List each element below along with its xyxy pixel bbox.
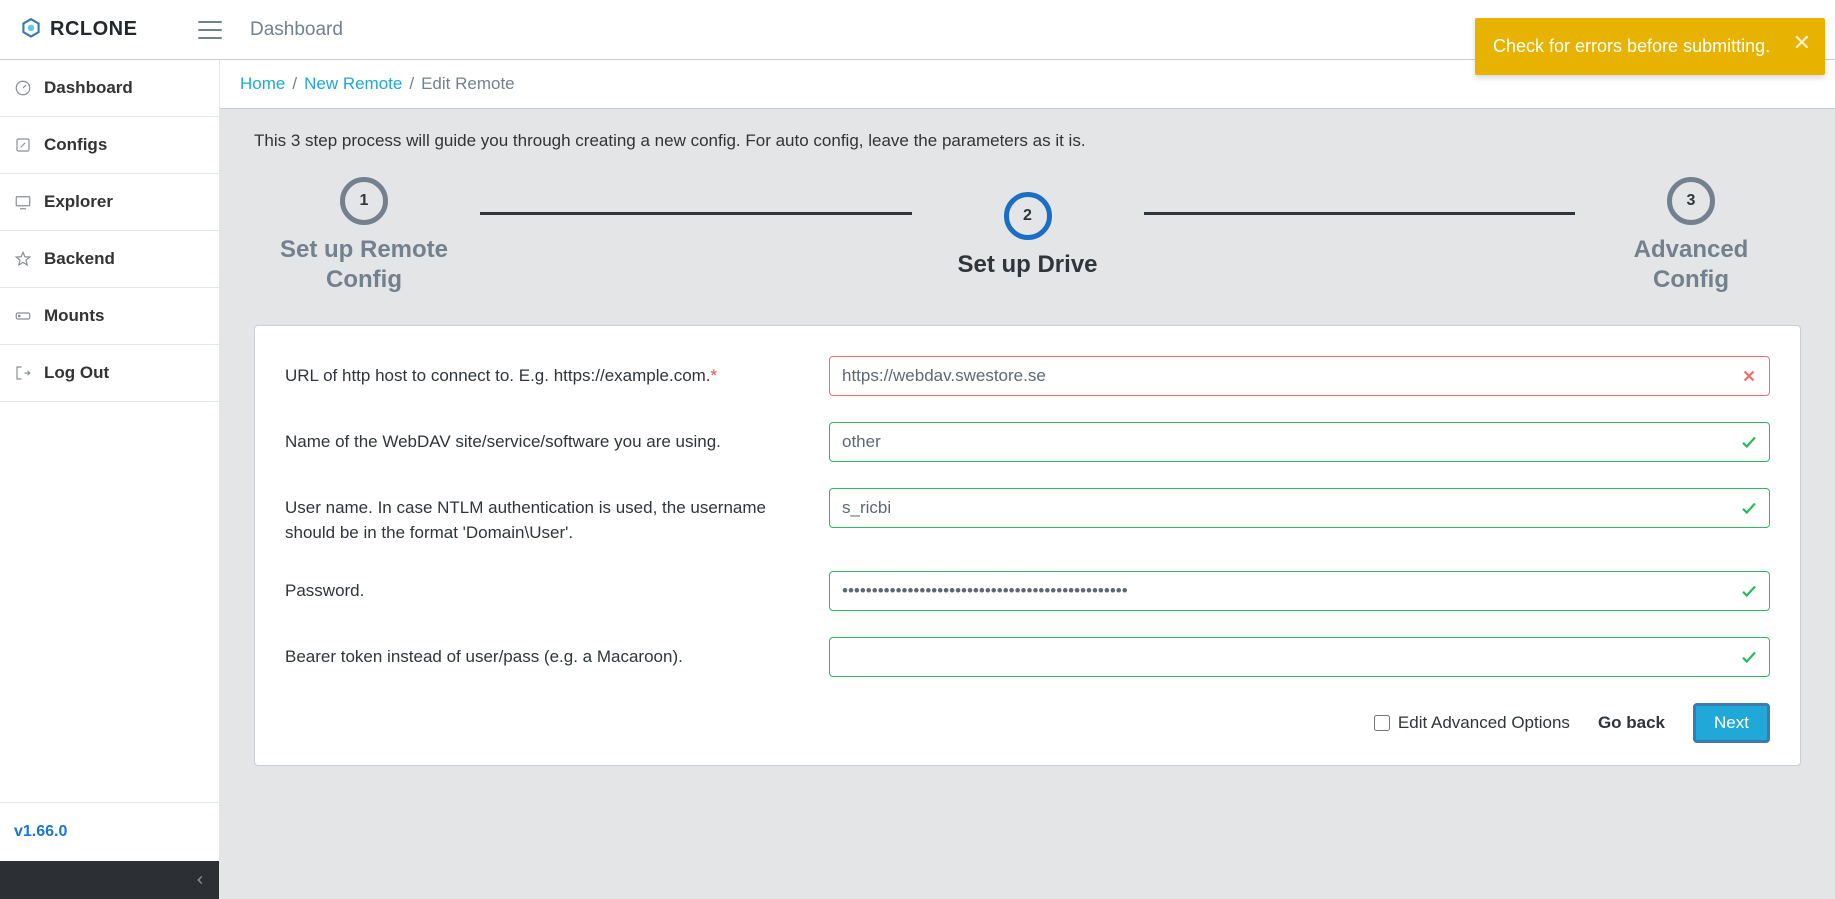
drive-icon [14, 307, 32, 325]
form-row: Password. [285, 571, 1770, 611]
sidebar-item-label: Mounts [44, 306, 104, 326]
breadcrumb-current: Edit Remote [421, 74, 515, 93]
sidebar-item-dashboard[interactable]: Dashboard [0, 60, 219, 117]
sidebar-item-label: Log Out [44, 363, 109, 383]
url-input[interactable] [829, 356, 1770, 396]
sidebar-item-label: Backend [44, 249, 115, 269]
form-card: URL of http host to connect to. E.g. htt… [254, 325, 1801, 766]
star-icon [14, 250, 32, 268]
form-row: User name. In case NTLM authentication i… [285, 488, 1770, 545]
form-label: User name. In case NTLM authentication i… [285, 488, 805, 545]
breadcrumb-separator: / [292, 74, 297, 93]
sidebar-item-log-out[interactable]: Log Out [0, 345, 219, 402]
password-input[interactable] [829, 571, 1770, 611]
step-label: Set up Drive [957, 250, 1097, 280]
username-input[interactable] [829, 488, 1770, 528]
step-circle: 1 [340, 177, 388, 225]
form-label: Password. [285, 571, 805, 604]
pencil-square-icon [14, 136, 32, 154]
chevron-left-icon [193, 873, 207, 887]
logo-text: RCLONE [50, 18, 137, 41]
check-icon [1740, 433, 1758, 451]
input-wrap [829, 356, 1770, 396]
input-wrap [829, 571, 1770, 611]
form-row: Name of the WebDAV site/service/software… [285, 422, 1770, 462]
sidebar-item-label: Dashboard [44, 78, 133, 98]
step-3[interactable]: 3 Advanced Config [1591, 177, 1791, 295]
logo[interactable]: RCLONE [18, 17, 198, 43]
step-connector [1144, 212, 1576, 215]
form-label: Name of the WebDAV site/service/software… [285, 422, 805, 455]
step-connector [480, 212, 912, 215]
stepper: 1 Set up Remote Config 2 Set up Drive 3 … [264, 177, 1791, 295]
vendor-input[interactable] [829, 422, 1770, 462]
logout-icon [14, 364, 32, 382]
hamburger-icon[interactable] [198, 18, 222, 42]
sidebar: Dashboard Configs Explorer Backend Mounts Log… [0, 60, 220, 899]
warning-toast: Check for errors before submitting. ✕ [1475, 18, 1825, 75]
breadcrumb-link[interactable]: Home [240, 74, 285, 93]
sidebar-item-label: Explorer [44, 192, 113, 212]
step-label: Advanced Config [1634, 235, 1749, 295]
breadcrumb-link[interactable]: New Remote [304, 74, 402, 93]
gauge-icon [14, 79, 32, 97]
advanced-options-checkbox-input[interactable] [1374, 715, 1390, 731]
sidebar-item-label: Configs [44, 135, 107, 155]
check-icon [1740, 499, 1758, 517]
close-icon[interactable]: ✕ [1793, 30, 1811, 56]
form-label: Bearer token instead of user/pass (e.g. … [285, 637, 805, 670]
input-wrap [829, 422, 1770, 462]
next-button[interactable]: Next [1693, 703, 1770, 743]
page-title: Dashboard [250, 19, 343, 41]
form-label: URL of http host to connect to. E.g. htt… [285, 356, 805, 389]
breadcrumb-separator: / [409, 74, 414, 93]
sidebar-item-explorer[interactable]: Explorer [0, 174, 219, 231]
step-1[interactable]: 1 Set up Remote Config [264, 177, 464, 295]
sidebar-item-configs[interactable]: Configs [0, 117, 219, 174]
intro-text: This 3 step process will guide you throu… [254, 131, 1801, 151]
sidebar-item-backend[interactable]: Backend [0, 231, 219, 288]
form-actions: Edit Advanced Options Go back Next [285, 703, 1770, 743]
bearer-token-input[interactable] [829, 637, 1770, 677]
sidebar-collapse-button[interactable] [0, 861, 219, 899]
check-icon [1740, 648, 1758, 666]
input-wrap [829, 637, 1770, 677]
form-row: URL of http host to connect to. E.g. htt… [285, 356, 1770, 396]
step-2[interactable]: 2 Set up Drive [928, 192, 1128, 280]
advanced-options-label: Edit Advanced Options [1398, 713, 1570, 733]
check-icon [1740, 582, 1758, 600]
advanced-options-checkbox[interactable]: Edit Advanced Options [1374, 713, 1570, 733]
form-row: Bearer token instead of user/pass (e.g. … [285, 637, 1770, 677]
step-circle: 2 [1004, 192, 1052, 240]
monitor-icon [14, 193, 32, 211]
step-label: Set up Remote Config [280, 235, 448, 295]
sidebar-item-mounts[interactable]: Mounts [0, 288, 219, 345]
input-wrap [829, 488, 1770, 528]
main-content: Home / New Remote / Edit Remote This 3 step … [220, 60, 1835, 899]
rclone-logo-icon [18, 17, 44, 43]
version-link[interactable]: v1.66.0 [0, 803, 219, 861]
x-icon [1740, 367, 1758, 385]
go-back-button[interactable]: Go back [1598, 713, 1665, 733]
step-circle: 3 [1667, 177, 1715, 225]
toast-message: Check for errors before submitting. [1493, 36, 1770, 56]
